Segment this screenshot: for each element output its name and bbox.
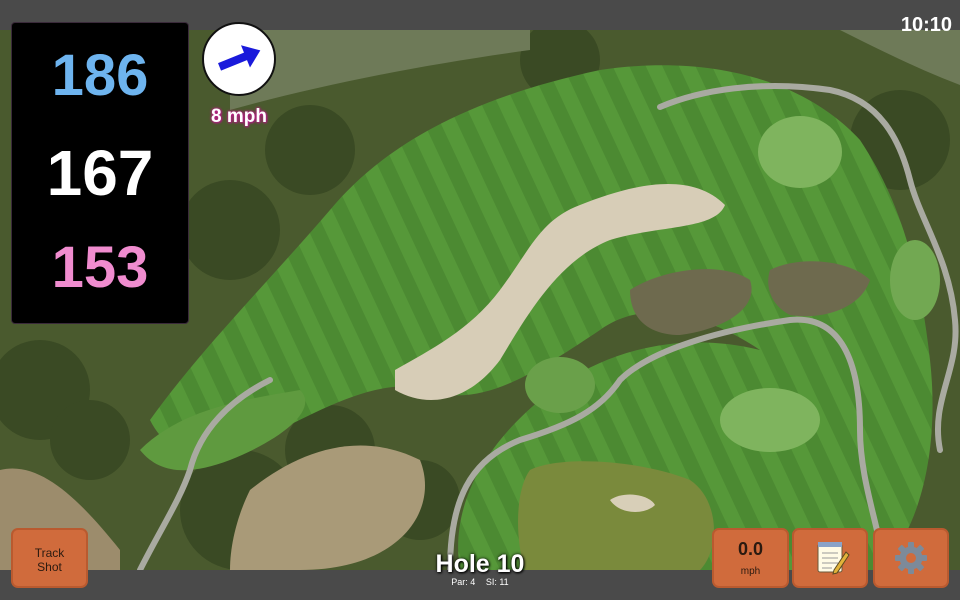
speed-button[interactable]: 0.0 mph [712, 528, 789, 588]
wind-speed-label: 8 mph [211, 106, 267, 127]
green-mid [525, 357, 595, 413]
green-right [890, 240, 940, 320]
track-shot-label-line1: Track [34, 546, 65, 560]
distance-front: 153 [51, 235, 149, 300]
hole-par: Par: 4 [451, 577, 476, 587]
settings-button[interactable] [873, 528, 949, 588]
notepad-icon [817, 542, 850, 575]
track-shot-label-line2: Shot [37, 560, 62, 574]
hole-stroke-index: SI: 11 [485, 577, 509, 587]
hole-info: Par: 4 SI: 11 [380, 577, 580, 587]
golf-gps-screen: 10:10 186 167 153 8 mph Track Shot Hole … [0, 0, 960, 600]
green-lower [720, 388, 820, 452]
green-back [758, 116, 842, 188]
speed-unit: mph [740, 566, 761, 577]
hole-title: Hole 10 [435, 550, 525, 578]
wind-indicator [202, 22, 276, 96]
speed-value: 0.0 [737, 539, 764, 559]
distance-middle: 167 [46, 137, 154, 209]
wind-arrow-icon [218, 45, 261, 71]
distance-panel: 186 167 153 [11, 22, 189, 324]
clock: 10:10 [900, 14, 952, 36]
gear-icon [895, 542, 927, 574]
track-shot-button[interactable]: Track Shot [11, 528, 88, 588]
distance-back: 186 [51, 43, 149, 108]
notes-button[interactable] [792, 528, 868, 588]
